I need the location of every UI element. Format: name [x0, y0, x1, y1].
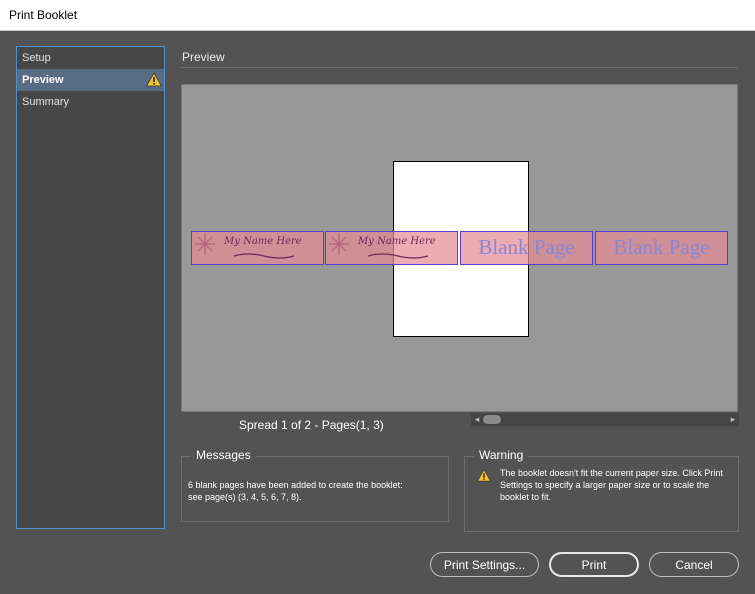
swash-ornament-icon	[233, 253, 295, 259]
sidebar-item-label: Summary	[22, 96, 70, 108]
card-name-text: My Name Here	[358, 236, 436, 247]
spread-label: Spread 1 of 2 - Pages(1, 3)	[239, 418, 384, 432]
print-settings-button[interactable]: Print Settings...	[430, 552, 539, 577]
card-name-text: My Name Here	[224, 236, 302, 247]
warning-icon	[146, 72, 162, 87]
warning-icon	[477, 469, 491, 482]
sidebar-item-setup[interactable]: Setup	[17, 47, 164, 69]
section-divider	[181, 67, 738, 68]
section-title: Preview	[182, 50, 225, 64]
horizontal-scrollbar[interactable]: ◂ ▸	[471, 413, 739, 426]
warning-title: Warning	[474, 448, 529, 462]
flower-ornament-icon	[195, 234, 215, 254]
scroll-left-icon[interactable]: ◂	[472, 414, 482, 425]
blank-page-label: Blank Page	[613, 235, 710, 259]
preview-canvas: My Name Here My Name Here Blank Page Bla…	[181, 84, 738, 412]
warning-group: Warning The booklet doesn't fit the curr…	[464, 448, 739, 532]
sidebar-item-preview[interactable]: Preview	[17, 69, 164, 91]
blank-page-label: Blank Page	[478, 235, 575, 259]
warning-text: The booklet doesn't fit the current pape…	[500, 468, 723, 502]
messages-group: Messages 6 blank pages have been added t…	[181, 448, 449, 522]
messages-text: 6 blank pages have been added to create …	[188, 480, 403, 502]
print-button[interactable]: Print	[549, 552, 639, 577]
flower-ornament-icon	[329, 234, 349, 254]
booklet-page-4: Blank Page	[595, 231, 728, 265]
booklet-page-1: My Name Here	[191, 231, 324, 265]
scroll-thumb[interactable]	[483, 415, 501, 424]
title-bar: Print Booklet	[0, 0, 755, 31]
cancel-button[interactable]: Cancel	[649, 552, 739, 577]
sidebar-item-label: Setup	[22, 52, 51, 64]
sidebar: Setup Preview Summary	[16, 46, 165, 529]
window-title: Print Booklet	[9, 8, 78, 22]
messages-title: Messages	[191, 448, 256, 462]
sidebar-item-label: Preview	[22, 74, 64, 86]
booklet-page-2: My Name Here	[325, 231, 458, 265]
booklet-page-3: Blank Page	[460, 231, 593, 265]
scroll-right-icon[interactable]: ▸	[728, 414, 738, 425]
sidebar-item-summary[interactable]: Summary	[17, 91, 164, 113]
swash-ornament-icon	[367, 253, 429, 259]
